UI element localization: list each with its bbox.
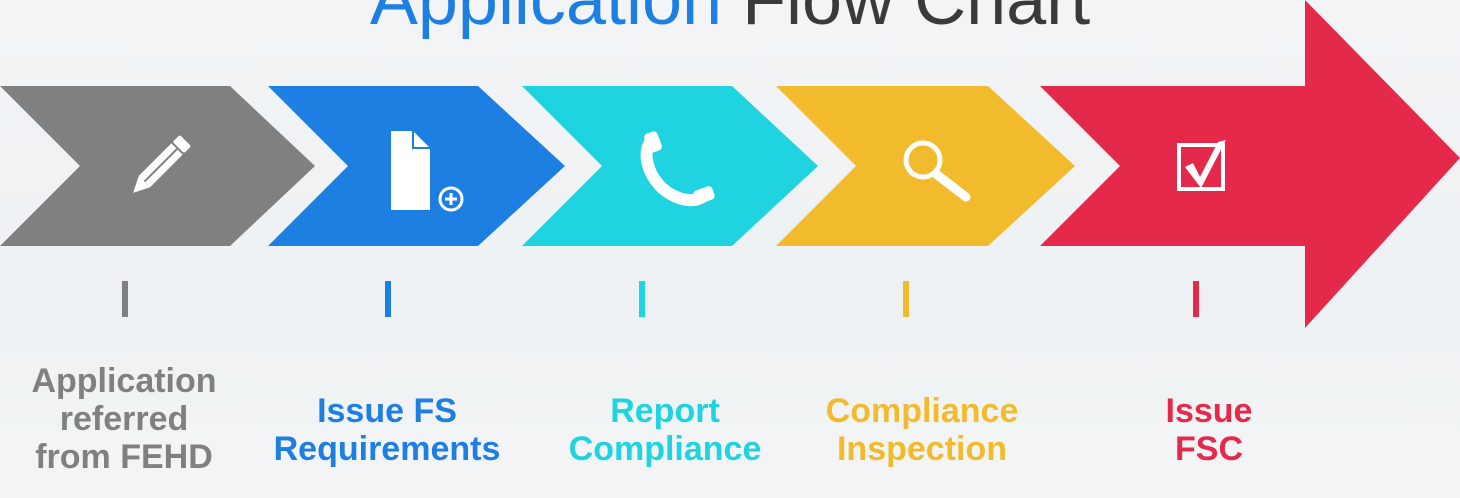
step-5-arrow bbox=[1040, 0, 1460, 328]
step-3-chevron bbox=[522, 86, 818, 246]
step-3-connector bbox=[639, 281, 645, 317]
step-5-connector bbox=[1193, 281, 1199, 317]
step-4-chevron bbox=[776, 86, 1075, 246]
step-1-label: Application referred from FEHD bbox=[31, 362, 217, 476]
step-4-connector bbox=[903, 281, 909, 317]
step-5-label: Issue FSC bbox=[1165, 392, 1253, 468]
step-2-connector bbox=[385, 281, 391, 317]
step-4-label: Compliance Inspection bbox=[825, 392, 1019, 468]
step-2-label: Issue FS Requirements bbox=[273, 392, 501, 468]
step-1-connector bbox=[122, 281, 128, 317]
step-3-label: Report Compliance bbox=[568, 392, 762, 468]
